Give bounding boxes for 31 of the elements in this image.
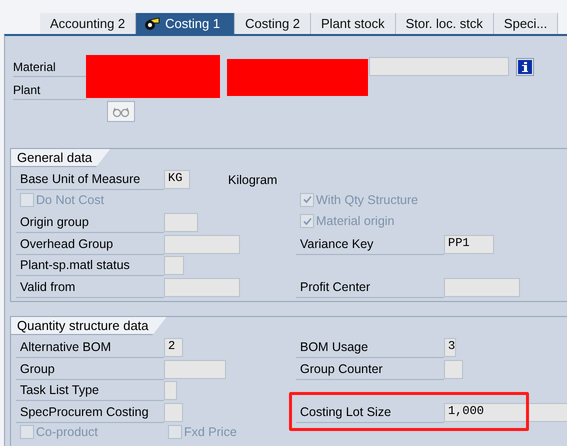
checkmark-icon	[302, 216, 312, 226]
input-field[interactable]	[164, 278, 240, 296]
glasses-icon	[112, 106, 130, 118]
display-button[interactable]	[107, 101, 135, 122]
tab[interactable]: Speci...	[494, 13, 558, 34]
input-field[interactable]: KG	[164, 170, 190, 189]
info-icon	[518, 60, 532, 74]
group-title: Quantity structure data	[11, 317, 167, 335]
coin-icon	[144, 16, 160, 30]
input-field[interactable]: PP1	[444, 234, 494, 254]
input-field[interactable]	[164, 360, 226, 378]
tab[interactable]: Costing 2	[235, 13, 312, 34]
input-field[interactable]	[444, 360, 463, 378]
info-button[interactable]	[516, 58, 534, 76]
input-field[interactable]: 3	[444, 338, 456, 357]
group-title: General data	[11, 149, 110, 167]
input-field[interactable]	[164, 381, 177, 400]
tab[interactable]: Plant stock	[311, 13, 396, 34]
tab[interactable]: Costing 1	[136, 13, 236, 34]
unit-description: Kilogram	[228, 172, 278, 186]
input-field[interactable]	[444, 278, 520, 296]
checkmark-icon	[302, 194, 312, 205]
tab[interactable]: Accounting 2	[40, 13, 136, 34]
input-field[interactable]: 1,000	[444, 402, 567, 422]
input-field[interactable]	[164, 213, 198, 232]
tab[interactable]: Stor. loc. stck	[396, 13, 494, 34]
input-field[interactable]	[164, 234, 240, 254]
input-field[interactable]	[164, 402, 183, 422]
input-field[interactable]: 2	[164, 338, 183, 357]
input-field[interactable]	[164, 256, 184, 275]
description-field[interactable]	[369, 57, 509, 76]
